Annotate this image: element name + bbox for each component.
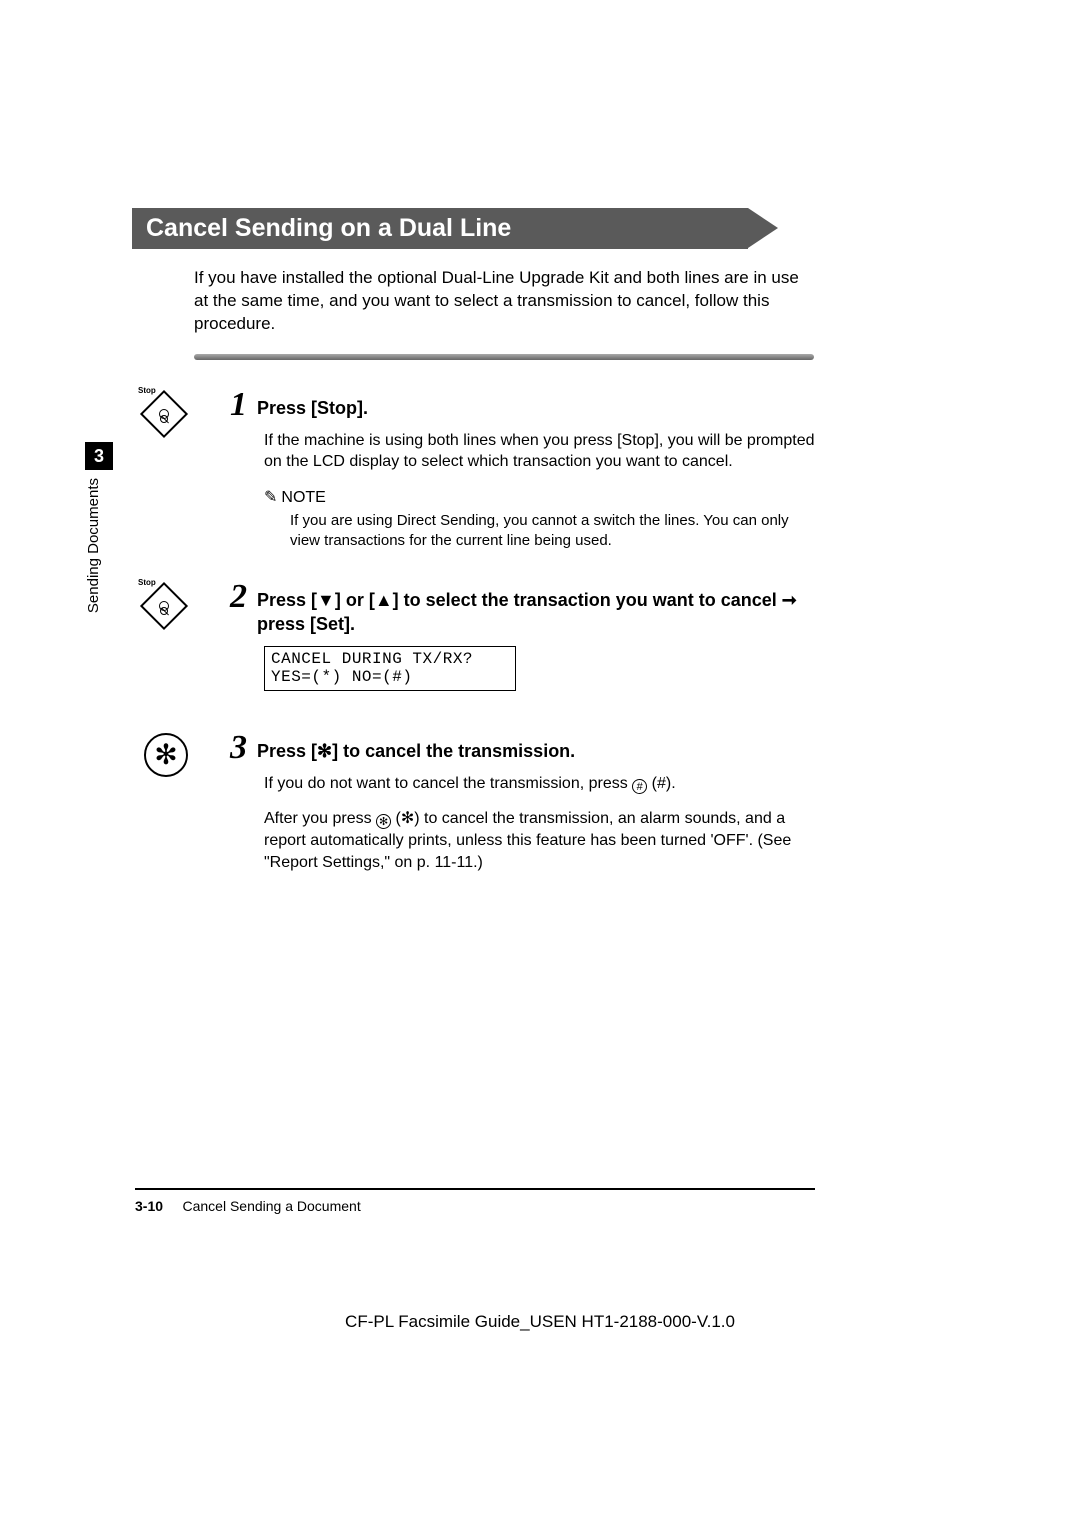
- lcd-line-1: CANCEL DURING TX/RX?: [271, 650, 509, 668]
- step3-body1-pre: If you do not want to cancel the transmi…: [264, 775, 632, 792]
- step-1: Stop 1 Press [Stop]. If the machine is u…: [132, 388, 948, 552]
- page-content: Cancel Sending on a Dual Line If you hav…: [0, 0, 1080, 873]
- footer-page-number: 3-10: [135, 1198, 163, 1214]
- hash-circle-icon: #: [632, 779, 647, 794]
- step-number-1: 1: [230, 388, 247, 422]
- footer-title: Cancel Sending a Document: [182, 1198, 360, 1214]
- star-circle-icon: ✻: [376, 814, 391, 829]
- footer-rule: [135, 1188, 815, 1190]
- step-heading-3: Press [✻] to cancel the transmission.: [257, 739, 807, 763]
- step2-heading-post: press [Set].: [257, 614, 355, 634]
- step-body-1: If the machine is using both lines when …: [264, 430, 824, 473]
- star-button-icon: ✻: [140, 733, 200, 783]
- step-heading-2: Press [▼] or [▲] to select the transacti…: [257, 588, 807, 637]
- step-heading-1: Press [Stop].: [257, 396, 807, 420]
- lcd-line-2: YES=(*) NO=(#): [271, 668, 509, 686]
- step-number-3: 3: [230, 731, 247, 765]
- step-2: Stop 2 Press [▼] or [▲] to select the tr…: [132, 580, 948, 691]
- footer: 3-10 Cancel Sending a Document: [135, 1198, 361, 1214]
- step3-body1-post: (#).: [647, 775, 675, 792]
- step3-body-1: If you do not want to cancel the transmi…: [264, 773, 824, 795]
- note-label: NOTE: [281, 489, 325, 506]
- step3-body2-pre: After you press: [264, 810, 376, 827]
- arrow-right-icon: ➞: [782, 590, 797, 610]
- stop-icon-label: Stop: [138, 578, 156, 587]
- step-3: ✻ 3 Press [✻] to cancel the transmission…: [132, 731, 948, 873]
- note-header: ✎NOTE: [264, 487, 948, 507]
- step-number-2: 2: [230, 580, 247, 614]
- stop-icon-label: Stop: [138, 386, 156, 395]
- step3-body-2: After you press ✻ (✻) to cancel the tran…: [264, 808, 824, 873]
- note-hand-icon: ✎: [264, 487, 277, 507]
- step2-heading-pre: Press [▼] or [▲] to select the transacti…: [257, 590, 782, 610]
- stop-button-icon: Stop: [140, 582, 200, 632]
- intro-text: If you have installed the optional Dual-…: [194, 267, 814, 336]
- section-header: Cancel Sending on a Dual Line: [132, 208, 748, 249]
- lcd-display: CANCEL DURING TX/RX? YES=(*) NO=(#): [264, 646, 516, 691]
- note-body: If you are using Direct Sending, you can…: [290, 511, 820, 552]
- stop-button-icon: Stop: [140, 390, 200, 440]
- document-id: CF-PL Facsimile Guide_USEN HT1-2188-000-…: [0, 1312, 1080, 1332]
- divider: [194, 354, 814, 360]
- star-glyph-icon: ✻: [154, 741, 177, 769]
